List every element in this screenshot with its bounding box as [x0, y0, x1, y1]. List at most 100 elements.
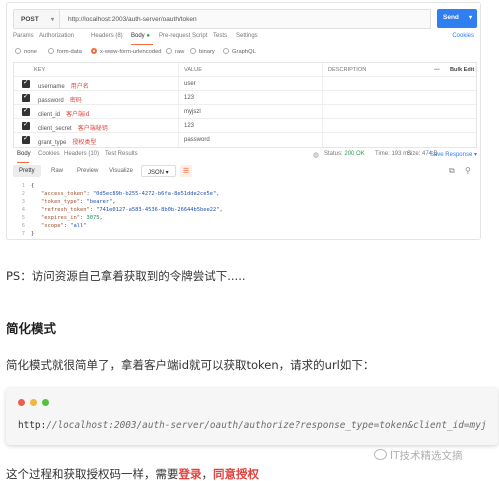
save-response-label: Save Response: [429, 152, 473, 158]
watermark: IT技术精选文摘: [374, 448, 463, 463]
checkbox-checked-icon[interactable]: [22, 106, 30, 116]
param-key[interactable]: client_id 客户端id: [38, 109, 90, 118]
column-header-description: DESCRIPTION: [328, 67, 367, 73]
wrap-lines-icon[interactable]: ☰: [180, 165, 192, 177]
json-line: "scope": "all": [41, 223, 87, 229]
line-number: 2: [21, 191, 25, 197]
param-value[interactable]: 123: [184, 123, 194, 129]
highlight-consent: 同意授权: [213, 467, 259, 481]
json-key: "token_type": [41, 199, 80, 205]
line-number: 7: [21, 231, 25, 237]
tab-test-results[interactable]: Test Results: [105, 151, 138, 157]
tab-settings[interactable]: Settings: [236, 33, 258, 39]
postman-panel: POST ▾ http://localhost:2003/auth-server…: [6, 2, 481, 240]
authorize-url[interactable]: http://localhost:2003/auth-server/oauth/…: [18, 420, 486, 431]
status-value: 200 OK: [344, 151, 365, 157]
bulk-edit-link[interactable]: Bulk Edit: [450, 67, 474, 73]
radio-icon: [15, 48, 21, 54]
tab-tests[interactable]: Tests: [213, 33, 227, 39]
method-select[interactable]: POST ▾: [13, 9, 59, 29]
tab-params[interactable]: Params: [13, 33, 34, 39]
tab-headers[interactable]: Headers (8): [91, 33, 123, 39]
highlight-login: 登录: [178, 467, 202, 481]
tab-body[interactable]: Body ●: [131, 33, 150, 39]
table-row: client_id 客户端id myjszl: [14, 105, 476, 119]
json-key: "scope": [41, 223, 64, 229]
checkbox-checked-icon[interactable]: [22, 120, 30, 130]
format-raw[interactable]: Raw: [45, 165, 69, 177]
param-value[interactable]: myjszl: [184, 109, 201, 115]
response-tabs: Body Cookies Headers (10) Test Results ◍…: [13, 151, 477, 163]
format-preview[interactable]: Preview: [71, 165, 104, 177]
line-number: 5: [21, 215, 25, 221]
body-type-raw[interactable]: raw: [166, 48, 184, 55]
active-tab-underline: [17, 162, 29, 163]
radio-icon: [48, 48, 54, 54]
json-value: "all": [70, 223, 87, 229]
param-value[interactable]: password: [184, 137, 210, 143]
json-key: "expires_in": [41, 215, 80, 221]
tab-authorization[interactable]: Authorization: [39, 33, 74, 39]
url-input[interactable]: http://localhost:2003/auth-server/oauth/…: [59, 9, 431, 29]
param-key-text: client_id: [38, 112, 61, 118]
body-type-label: form-data: [57, 49, 82, 55]
json-brace: }: [31, 231, 35, 237]
param-value[interactable]: 123: [184, 95, 194, 101]
json-value: 3075: [86, 215, 100, 221]
param-key-text: username: [38, 84, 65, 90]
body-type-urlencoded[interactable]: x-www-form-urlencoded: [91, 48, 162, 55]
window-maximize-dot-icon: [42, 399, 49, 406]
format-visualize[interactable]: Visualize: [103, 165, 139, 177]
send-label: Send: [443, 14, 459, 21]
send-button[interactable]: Send ▾: [437, 9, 477, 28]
chevron-down-icon: ▾: [50, 17, 54, 23]
method-label: POST: [21, 16, 39, 23]
format-pretty[interactable]: Pretty: [13, 165, 41, 177]
save-response-button[interactable]: Save Response ▾: [430, 151, 477, 158]
tab-response-body[interactable]: Body: [17, 151, 31, 157]
globe-icon[interactable]: ◍: [313, 151, 319, 159]
param-key[interactable]: username 用户名: [38, 81, 89, 90]
param-key[interactable]: client_secret 客户端秘钥: [38, 123, 108, 132]
column-header-value: VALUE: [184, 67, 202, 73]
active-dot-icon: ●: [146, 33, 150, 39]
radio-selected-icon: [91, 48, 97, 54]
body-type-label: none: [24, 49, 37, 55]
format-select[interactable]: JSON ▾: [141, 165, 176, 177]
body-type-label: GraphQL: [232, 49, 256, 55]
param-value[interactable]: user: [184, 81, 196, 87]
body-type-form-data[interactable]: form-data: [48, 48, 82, 55]
body-type-options: none form-data x-www-form-urlencoded raw…: [13, 48, 476, 58]
search-icon[interactable]: ⚲: [465, 166, 471, 175]
status-label: Status:: [324, 151, 343, 157]
paragraph-text: 这个过程和获取授权码一样，需要: [6, 467, 179, 481]
tab-response-cookies[interactable]: Cookies: [38, 151, 60, 157]
radio-icon: [166, 48, 172, 54]
body-type-none[interactable]: none: [15, 48, 37, 55]
table-header-row: KEY VALUE DESCRIPTION ••• Bulk Edit: [14, 63, 476, 77]
body-type-graphql[interactable]: GraphQL: [223, 48, 256, 55]
body-type-binary[interactable]: binary: [190, 48, 215, 55]
radio-icon: [190, 48, 196, 54]
json-line: "access_token": "0d5ec89b-b255-4272-b6fa…: [41, 191, 220, 197]
chevron-down-icon[interactable]: ▾: [469, 14, 472, 21]
checkbox-checked-icon[interactable]: [22, 92, 30, 102]
active-tab-underline: [131, 44, 153, 45]
checkbox-checked-icon[interactable]: [22, 134, 30, 144]
tab-response-headers[interactable]: Headers (10): [64, 151, 99, 157]
json-line: "token_type": "bearer",: [41, 199, 116, 205]
param-key[interactable]: password 密码: [38, 95, 82, 104]
response-time: Time: 193 ms: [375, 151, 412, 157]
cookies-link[interactable]: Cookies: [452, 33, 474, 39]
copy-icon[interactable]: ⧉: [449, 166, 455, 176]
tab-body-label: Body: [131, 33, 145, 39]
more-options-icon[interactable]: •••: [434, 67, 440, 73]
body-type-label: x-www-form-urlencoded: [100, 49, 162, 55]
checkbox-checked-icon[interactable]: [22, 78, 30, 88]
json-line: "expires_in": 3075,: [41, 215, 103, 221]
param-key[interactable]: grant_type 授权类型: [38, 137, 96, 146]
paragraph-process: 这个过程和获取授权码一样，需要登录，同意授权: [6, 466, 259, 481]
param-key-text: grant_type: [38, 140, 67, 146]
param-annotation: 授权类型: [72, 139, 97, 146]
tab-pre-request-script[interactable]: Pre-request Script: [159, 33, 207, 39]
